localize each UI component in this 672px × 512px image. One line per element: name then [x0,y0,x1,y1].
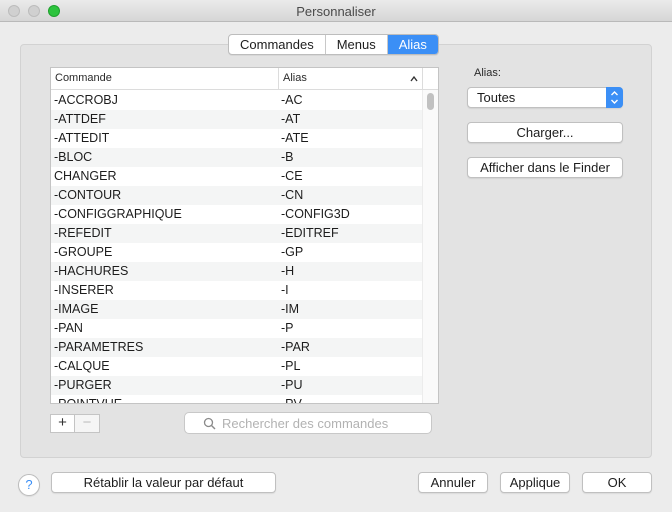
title-bar: Personnaliser [0,0,672,22]
table-row[interactable]: -INSERER -I [51,281,423,300]
alias-cell[interactable]: -P [281,319,294,338]
column-header-alias[interactable]: Alias [279,68,423,90]
reset-default-button[interactable]: Rétablir la valeur par défaut [51,472,276,493]
window-title: Personnaliser [296,4,376,19]
load-button[interactable]: Charger... [467,122,623,143]
add-alias-button[interactable]: + [51,415,75,432]
add-remove-control: + − [50,414,100,433]
table-row[interactable]: -POINTVUE -PV [51,395,423,404]
command-cell: -PAN [54,321,83,335]
tab-alias[interactable]: Alias [387,35,438,54]
scrollbar-thumb[interactable] [427,93,434,110]
table-row[interactable]: -REFEDIT -EDITREF [51,224,423,243]
search-field[interactable]: Rechercher des commandes [184,412,432,434]
table-row[interactable]: -ATTDEF -AT [51,110,423,129]
alias-filter-value: Toutes [477,90,516,105]
customize-window: Personnaliser Commandes Menus Alias Comm… [0,0,672,512]
alias-cell[interactable]: -I [281,281,289,300]
table-row[interactable]: -CONFIGGRAPHIQUE -CONFIG3D [51,205,423,224]
command-cell: -PARAMETRES [54,340,144,354]
command-cell: -CALQUE [54,359,110,373]
table-row[interactable]: -PARAMETRES -PAR [51,338,423,357]
command-cell: -CONFIGGRAPHIQUE [54,207,182,221]
table-row[interactable]: -GROUPE -GP [51,243,423,262]
alias-cell[interactable]: -CONFIG3D [281,205,350,224]
alias-cell[interactable]: -PL [281,357,300,376]
alias-cell[interactable]: -PV [281,395,302,403]
cancel-button[interactable]: Annuler [418,472,488,493]
ok-button[interactable]: OK [582,472,652,493]
alias-filter-popup[interactable]: Toutes [467,87,623,108]
remove-alias-button[interactable]: − [75,415,99,432]
tab-bar: Commandes Menus Alias [228,34,439,55]
table-row[interactable]: -ATTEDIT -ATE [51,129,423,148]
table-header: Commande Alias [51,68,438,90]
command-cell: -CONTOUR [54,188,122,202]
alias-cell[interactable]: -AT [281,110,300,129]
alias-cell[interactable]: -PAR [281,338,310,357]
command-cell: -BLOC [54,150,93,164]
tab-commandes[interactable]: Commandes [229,35,326,54]
command-cell: -ATTEDIT [54,131,110,145]
search-icon [203,417,216,430]
tab-menus[interactable]: Menus [326,35,388,54]
alias-cell[interactable]: -CE [281,167,303,186]
alias-cell[interactable]: -EDITREF [281,224,339,243]
command-cell: -PURGER [54,378,112,392]
alias-cell[interactable]: -AC [281,91,303,110]
command-cell: -ACCROBJ [54,93,118,107]
command-cell: CHANGER [54,169,117,183]
table-row[interactable]: CHANGER -CE [51,167,423,186]
show-in-finder-button[interactable]: Afficher dans le Finder [467,157,623,178]
alias-table: Commande Alias -ACCROBJ -AC -ATTDEF -AT -ATT… [50,67,439,404]
table-row[interactable]: -PAN -P [51,319,423,338]
alias-cell[interactable]: -IM [281,300,299,319]
table-row[interactable]: -PURGER -PU [51,376,423,395]
alias-cell[interactable]: -H [281,262,294,281]
column-header-command[interactable]: Commande [51,68,279,90]
command-cell: -ATTDEF [54,112,106,126]
alias-cell[interactable]: -B [281,148,294,167]
table-row[interactable]: -CALQUE -PL [51,357,423,376]
alias-cell[interactable]: -CN [281,186,303,205]
table-rows: -ACCROBJ -AC -ATTDEF -AT -ATTEDIT -ATE -BLOC -B… [51,91,423,404]
alias-cell[interactable]: -GP [281,243,303,262]
table-row[interactable]: -ACCROBJ -AC [51,91,423,110]
table-row[interactable]: -CONTOUR -CN [51,186,423,205]
command-cell: -IMAGE [54,302,99,316]
alias-filter-label: Alias: [474,67,501,79]
command-cell: -INSERER [54,283,114,297]
search-placeholder: Rechercher des commandes [222,416,389,431]
table-row[interactable]: -IMAGE -IM [51,300,423,319]
sort-ascending-icon [410,75,418,82]
alias-cell[interactable]: -PU [281,376,303,395]
command-cell: -HACHURES [54,264,129,278]
table-row[interactable]: -HACHURES -H [51,262,423,281]
alias-cell[interactable]: -ATE [281,129,309,148]
table-scrollbar[interactable] [422,90,438,403]
table-row[interactable]: -BLOC -B [51,148,423,167]
help-button[interactable]: ? [18,474,40,496]
command-cell: -POINTVUE [54,397,123,404]
apply-button[interactable]: Applique [500,472,570,493]
command-cell: -GROUPE [54,245,113,259]
command-cell: -REFEDIT [54,226,112,240]
popup-arrows-icon [606,87,623,108]
